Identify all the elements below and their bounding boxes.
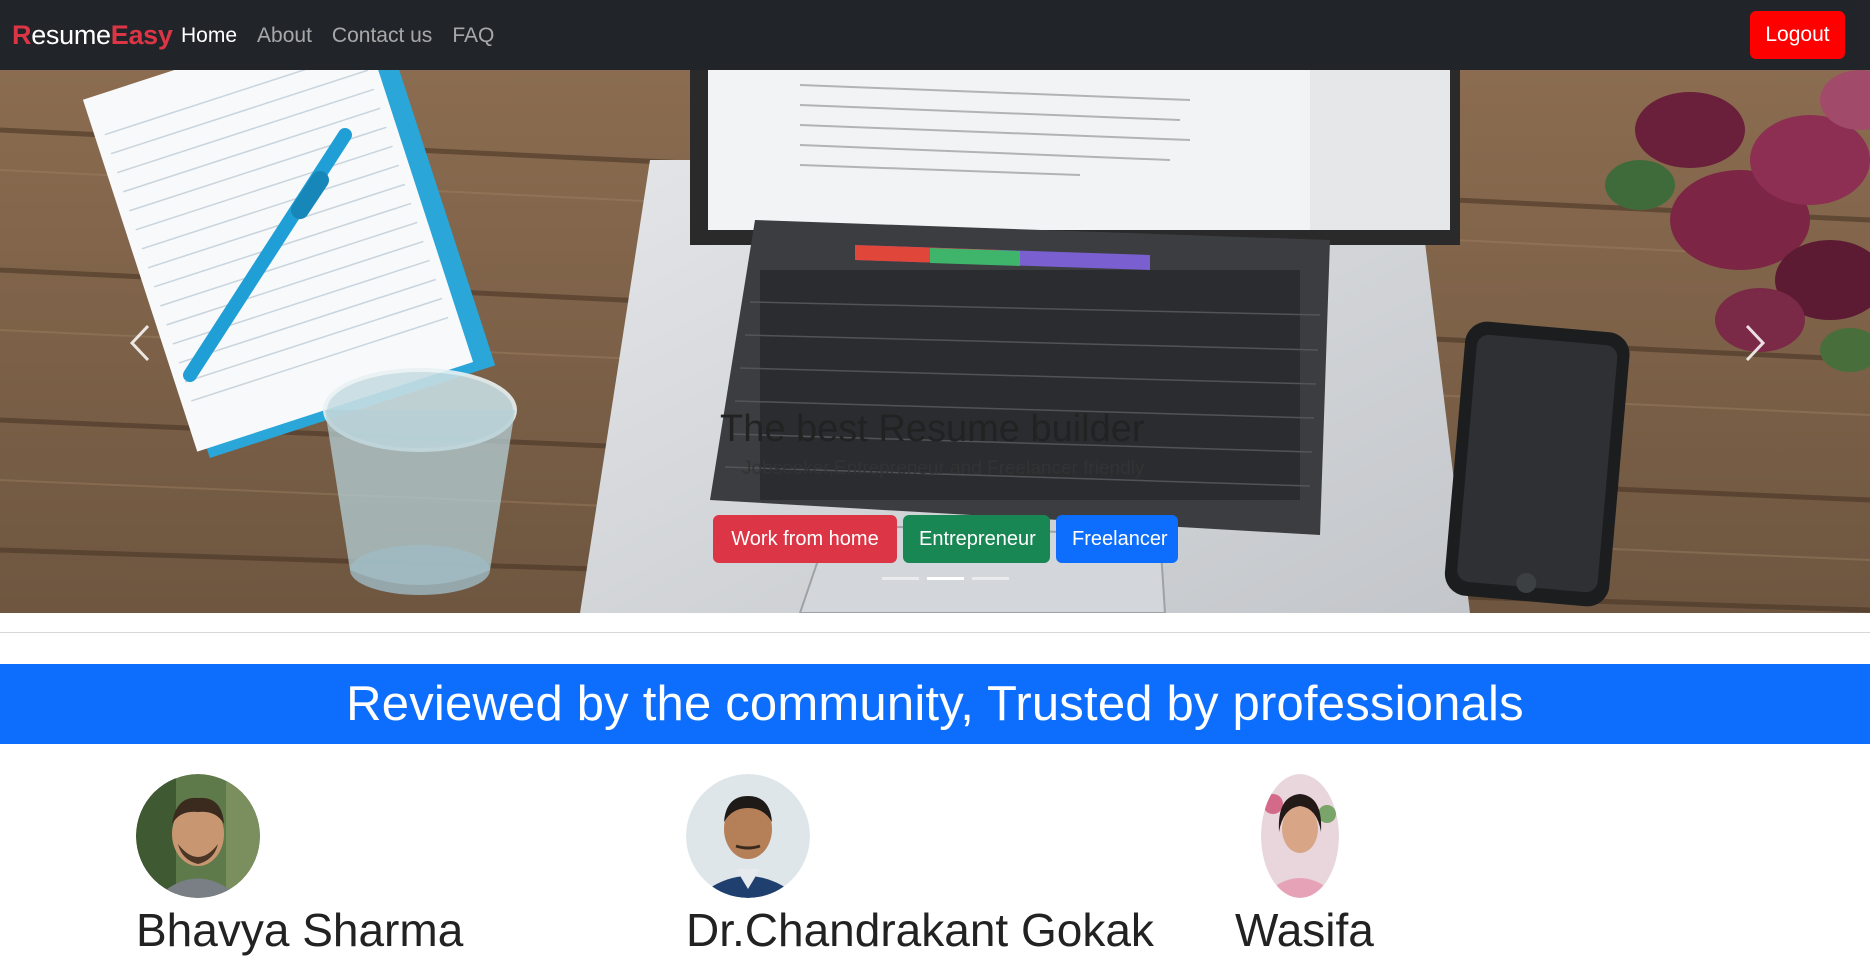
reviews-banner: Reviewed by the community, Trusted by pr… xyxy=(0,664,1870,744)
nav-link-home[interactable]: Home xyxy=(181,22,247,50)
entrepreneur-button[interactable]: Entrepreneur xyxy=(903,515,1050,563)
section-divider xyxy=(0,632,1870,633)
reviews-heading: Reviewed by the community, Trusted by pr… xyxy=(346,677,1524,731)
hero-cta-group: Work from home Entrepreneur Freelancer xyxy=(713,515,1178,563)
freelancer-button[interactable]: Freelancer xyxy=(1056,515,1178,563)
nav-links: Home About Contact us FAQ xyxy=(181,22,504,50)
hero-subtitle: Jobseeker,Entrepreneur and Freelancer fr… xyxy=(742,458,1145,479)
reviewer-card: Dr.Chandrakant Gokak xyxy=(686,774,1154,956)
carousel-indicators xyxy=(882,577,1009,580)
top-navbar: ResumeEasy Home About Contact us FAQ Log… xyxy=(0,0,1870,70)
brand-letter: R xyxy=(12,20,32,50)
nav-link-about[interactable]: About xyxy=(247,22,322,50)
reviewer-name: Dr.Chandrakant Gokak xyxy=(686,904,1154,956)
brand-logo[interactable]: ResumeEasy xyxy=(12,18,173,52)
hero-title: The best Resume builder xyxy=(720,408,1145,450)
carousel-indicator-2[interactable] xyxy=(927,577,964,580)
brand-accent-word: Easy xyxy=(110,20,173,50)
brand-word: esume xyxy=(31,20,111,50)
avatar xyxy=(1261,774,1339,898)
carousel-indicator-3[interactable] xyxy=(972,577,1009,580)
chevron-right-icon xyxy=(1745,324,1766,362)
hero-carousel: The best Resume builder Jobseeker,Entrep… xyxy=(0,70,1870,613)
nav-link-faq[interactable]: FAQ xyxy=(442,22,504,50)
avatar xyxy=(686,774,810,898)
logout-button[interactable]: Logout xyxy=(1750,11,1845,59)
reviewer-name: Bhavya Sharma xyxy=(136,904,464,956)
reviewer-card: Bhavya Sharma xyxy=(136,774,463,956)
chevron-left-icon xyxy=(129,324,150,362)
work-from-home-button[interactable]: Work from home xyxy=(713,515,897,563)
avatar xyxy=(136,774,260,898)
carousel-indicator-1[interactable] xyxy=(882,577,919,580)
reviewer-name: Wasifa xyxy=(1235,904,1374,956)
nav-link-contact[interactable]: Contact us xyxy=(322,22,442,50)
reviewer-card: Wasifa xyxy=(1235,774,1374,956)
carousel-next-button[interactable] xyxy=(1735,318,1775,368)
carousel-prev-button[interactable] xyxy=(120,318,160,368)
